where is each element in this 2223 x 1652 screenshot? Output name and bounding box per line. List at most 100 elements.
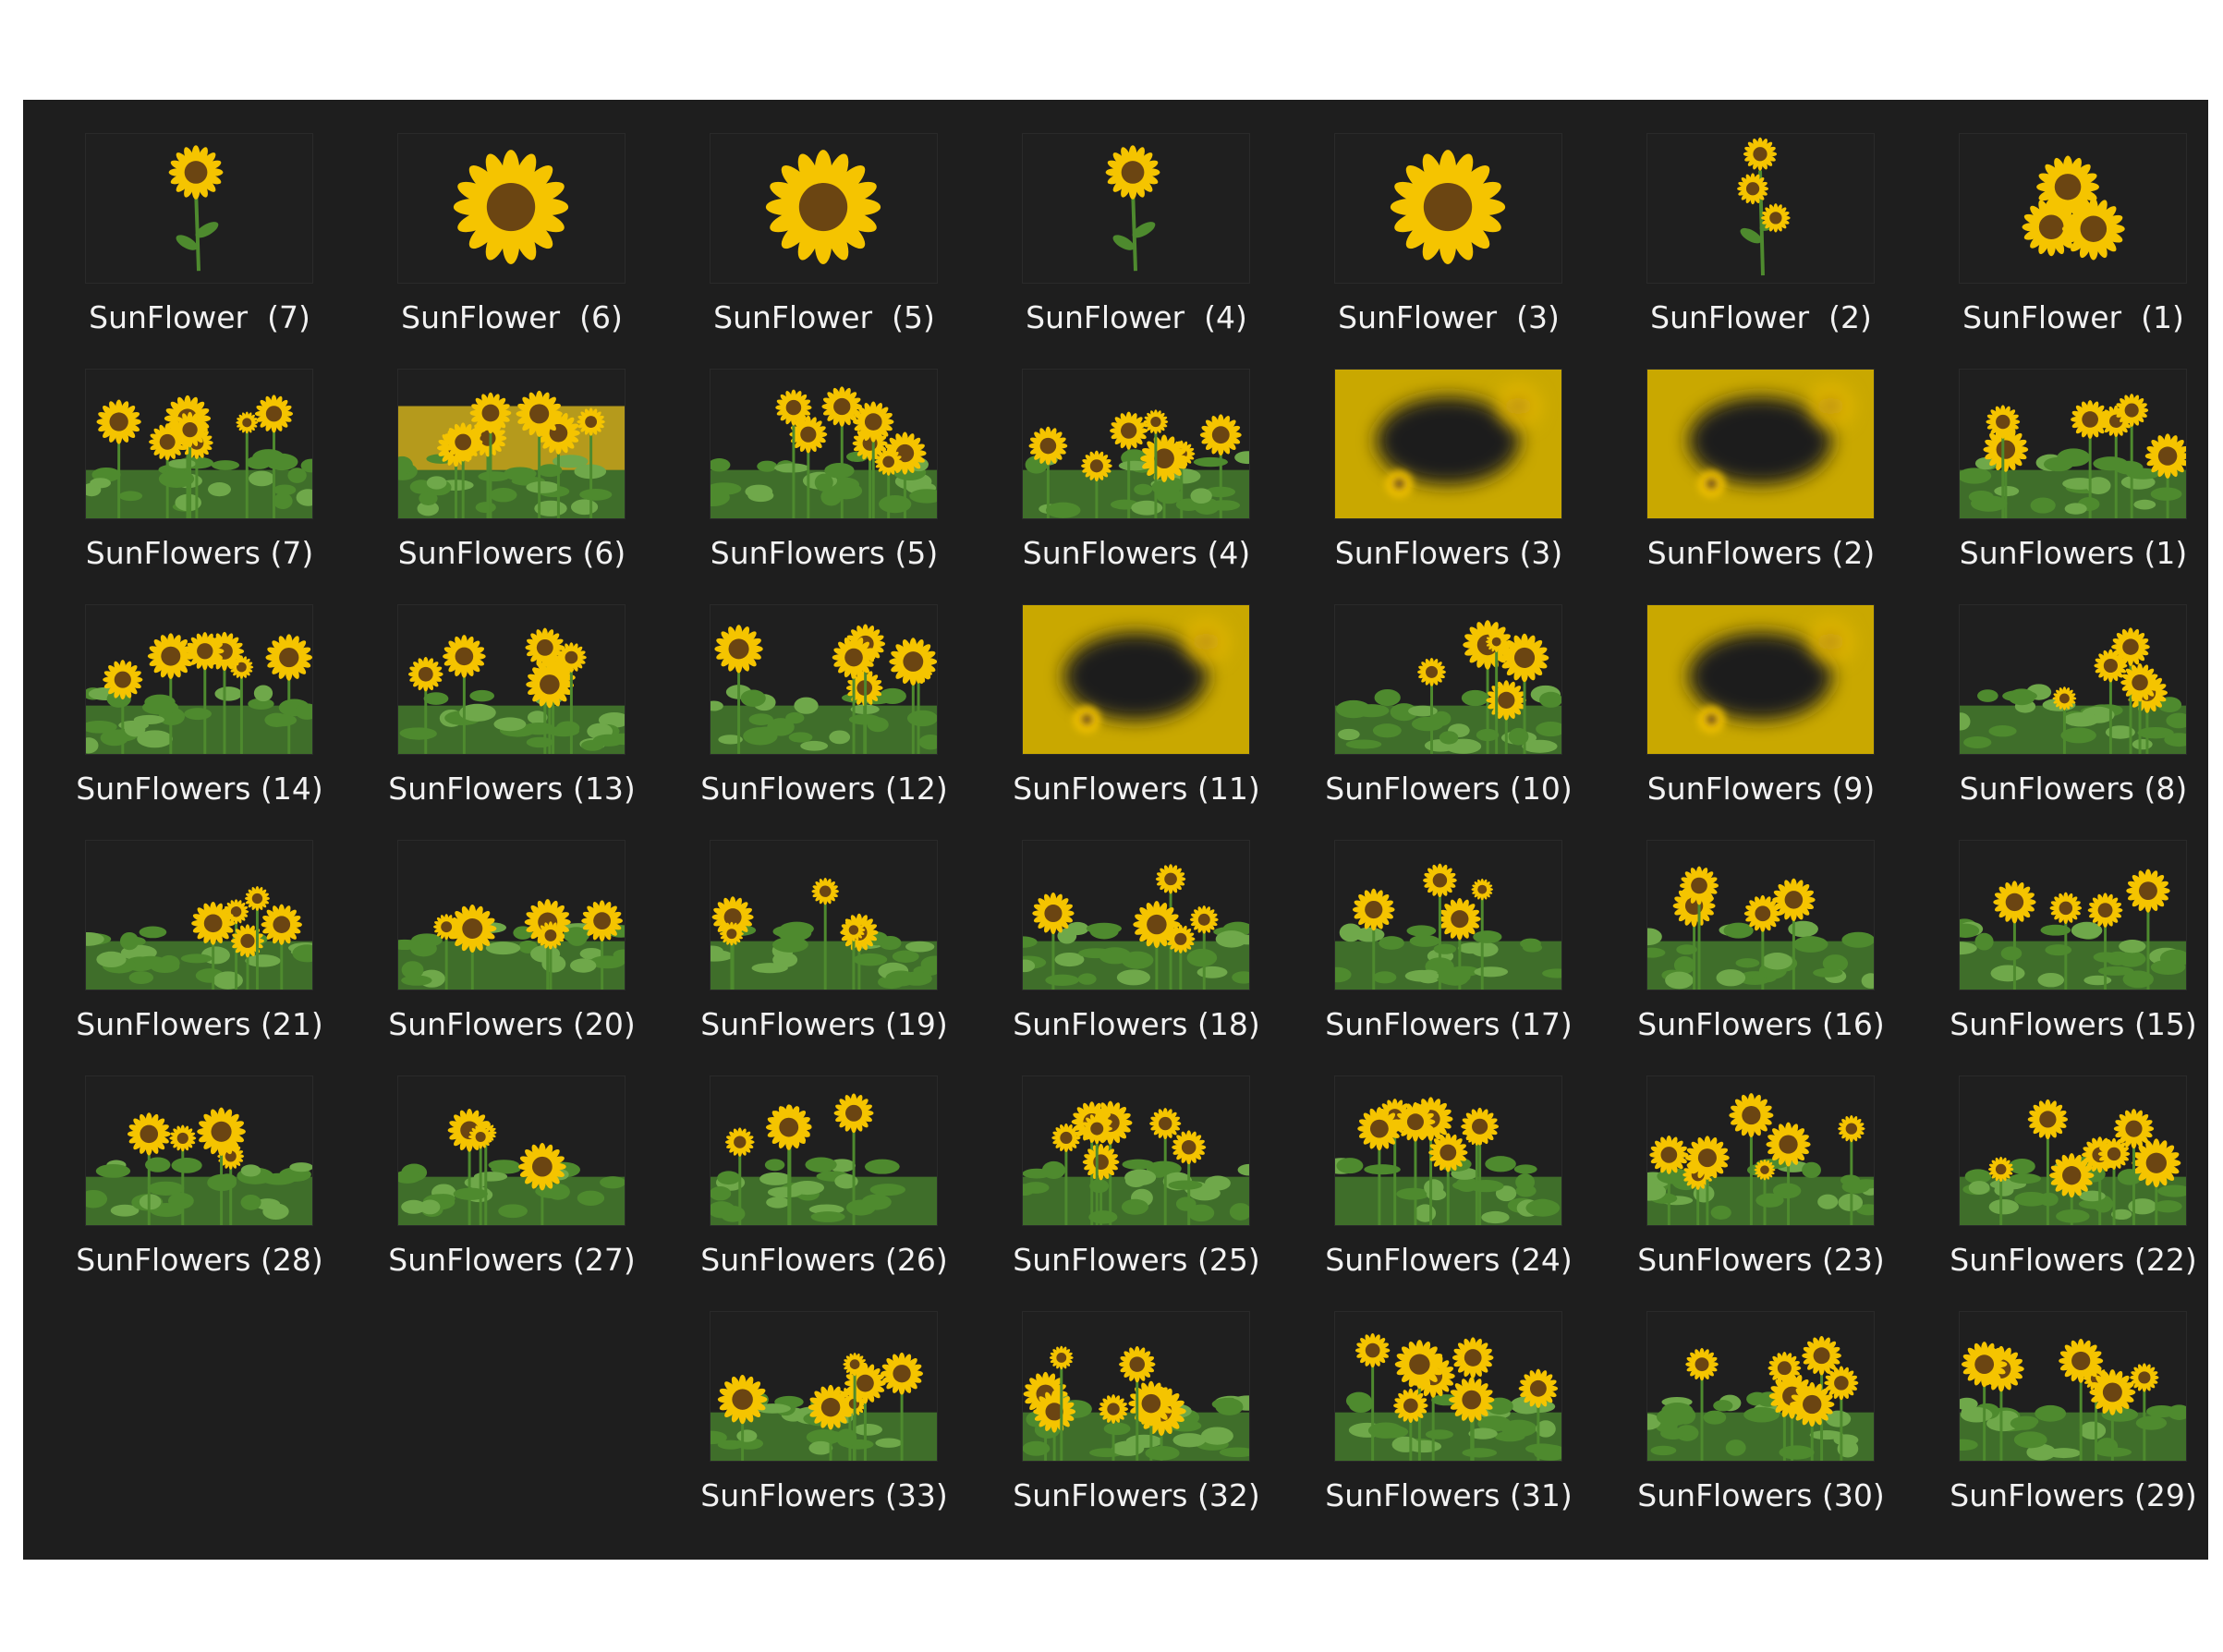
file-thumbnail-item[interactable]: SunFlower (2) <box>1623 133 1936 369</box>
sunflower-field-icon <box>85 604 313 755</box>
thumbnail-row: SunFlowers (14) SunFlowers (13) SunFlowe… <box>62 604 2187 840</box>
sunflower-field-icon <box>1022 1311 1250 1462</box>
file-thumbnail-item[interactable]: SunFlowers (24) <box>1311 1075 1623 1311</box>
file-name-label: SunFlower (3) <box>1338 299 1560 335</box>
sunflower-field-icon <box>1334 1311 1562 1462</box>
file-thumbnail-item[interactable]: SunFlowers (3) <box>1311 369 1623 604</box>
file-name-label: SunFlowers (23) <box>1637 1242 1885 1278</box>
file-thumbnail-item[interactable]: SunFlower (5) <box>686 133 999 369</box>
file-name-label: SunFlowers (7) <box>85 535 314 571</box>
single-sunflower-stem-icon <box>85 133 313 284</box>
file-thumbnail-item[interactable]: SunFlowers (6) <box>374 369 686 604</box>
file-name-label: SunFlowers (8) <box>1959 771 2188 807</box>
sunflower-field-icon <box>710 604 938 755</box>
file-thumbnail-item[interactable]: SunFlowers (4) <box>999 369 1311 604</box>
file-thumbnail-item[interactable]: SunFlowers (29) <box>1936 1311 2223 1547</box>
sunflower-field-icon <box>1646 840 1875 990</box>
sunflower-field-icon <box>1334 604 1562 755</box>
sunflower-cluster-icon <box>1959 133 2187 284</box>
file-thumbnail-item[interactable]: SunFlowers (8) <box>1936 604 2223 840</box>
file-name-label: SunFlowers (12) <box>700 771 948 807</box>
file-name-label: SunFlowers (26) <box>700 1242 948 1278</box>
file-thumbnail-item[interactable]: SunFlower (4) <box>999 133 1311 369</box>
thumbnail-row: SunFlower (7) SunFlower (6) SunFlower (5… <box>62 133 2187 369</box>
single-sunflower-stem-icon <box>1022 133 1250 284</box>
sunflower-cluster-stem-icon <box>1646 133 1875 284</box>
file-thumbnail-item[interactable]: SunFlowers (28) <box>62 1075 374 1311</box>
sunflower-field-icon <box>397 840 626 990</box>
file-name-label: SunFlowers (18) <box>1013 1006 1260 1042</box>
sunflower-field-dark-icon <box>710 369 938 519</box>
file-name-label: SunFlowers (22) <box>1950 1242 2197 1278</box>
file-thumbnail-item[interactable]: SunFlowers (7) <box>62 369 374 604</box>
file-thumbnail-item[interactable]: SunFlowers (14) <box>62 604 374 840</box>
file-thumbnail-item[interactable]: SunFlowers (32) <box>999 1311 1311 1547</box>
file-thumbnail-item[interactable]: SunFlowers (23) <box>1623 1075 1936 1311</box>
file-name-label: SunFlowers (9) <box>1646 771 1876 807</box>
file-name-label: SunFlower (4) <box>1026 299 1247 335</box>
file-thumbnail-item[interactable]: SunFlowers (17) <box>1311 840 1623 1075</box>
file-thumbnail-item[interactable]: SunFlowers (9) <box>1623 604 1936 840</box>
sunflower-field-icon <box>1646 1311 1875 1462</box>
file-thumbnail-item[interactable]: SunFlower (7) <box>62 133 374 369</box>
file-thumbnail-item[interactable]: SunFlowers (10) <box>1311 604 1623 840</box>
file-name-label: SunFlowers (28) <box>76 1242 323 1278</box>
sunflower-field-icon <box>1959 840 2187 990</box>
file-thumbnail-item[interactable]: SunFlower (3) <box>1311 133 1623 369</box>
file-thumbnail-item[interactable]: SunFlowers (25) <box>999 1075 1311 1311</box>
sunflower-field-bright-icon <box>397 369 626 519</box>
sunflower-field-icon <box>710 840 938 990</box>
file-thumbnail-item[interactable]: SunFlowers (1) <box>1936 369 2223 604</box>
file-thumbnail-item[interactable]: SunFlower (6) <box>374 133 686 369</box>
sunflower-field-icon <box>85 1075 313 1226</box>
file-thumbnail-item[interactable]: SunFlowers (19) <box>686 840 999 1075</box>
file-name-label: SunFlowers (21) <box>76 1006 323 1042</box>
file-thumbnail-item[interactable]: SunFlowers (13) <box>374 604 686 840</box>
file-thumbnail-item[interactable]: SunFlowers (33) <box>686 1311 999 1547</box>
file-name-label: SunFlower (5) <box>713 299 935 335</box>
blurred-sunflower-frame-icon <box>1334 369 1562 519</box>
file-thumbnail-item[interactable]: SunFlowers (5) <box>686 369 999 604</box>
file-thumbnail-item[interactable]: SunFlowers (15) <box>1936 840 2223 1075</box>
file-name-label: SunFlower (7) <box>89 299 310 335</box>
file-thumbnail-item[interactable]: SunFlowers (21) <box>62 840 374 1075</box>
sunflower-field-icon <box>1959 369 2187 519</box>
file-name-label: SunFlowers (15) <box>1950 1006 2197 1042</box>
file-name-label: SunFlowers (31) <box>1325 1477 1573 1513</box>
file-name-label: SunFlowers (30) <box>1637 1477 1885 1513</box>
file-name-label: SunFlowers (29) <box>1950 1477 2197 1513</box>
sunflower-field-icon <box>1646 1075 1875 1226</box>
file-thumbnail-item[interactable]: SunFlowers (20) <box>374 840 686 1075</box>
sunflower-head-icon <box>1334 133 1562 284</box>
sunflower-field-icon <box>397 1075 626 1226</box>
file-name-label: SunFlowers (17) <box>1325 1006 1573 1042</box>
file-thumbnail-item[interactable]: SunFlowers (18) <box>999 840 1311 1075</box>
file-name-label: SunFlowers (1) <box>1959 535 2188 571</box>
file-thumbnail-item[interactable]: SunFlowers (26) <box>686 1075 999 1311</box>
file-thumbnail-item[interactable]: SunFlowers (30) <box>1623 1311 1936 1547</box>
file-thumbnail-item[interactable]: SunFlowers (16) <box>1623 840 1936 1075</box>
file-name-label: SunFlowers (6) <box>397 535 626 571</box>
file-thumbnail-item[interactable]: SunFlowers (12) <box>686 604 999 840</box>
sunflower-field-icon <box>1022 1075 1250 1226</box>
file-thumbnail-item[interactable]: SunFlowers (22) <box>1936 1075 2223 1311</box>
sunflower-field-icon <box>1959 1075 2187 1226</box>
blurred-sunflower-frame-icon <box>1022 604 1250 755</box>
file-name-label: SunFlowers (24) <box>1325 1242 1573 1278</box>
sunflower-field-icon <box>85 369 313 519</box>
file-name-label: SunFlowers (27) <box>388 1242 636 1278</box>
file-name-label: SunFlowers (10) <box>1325 771 1573 807</box>
file-thumbnail-item[interactable]: SunFlowers (27) <box>374 1075 686 1311</box>
file-thumbnail-item[interactable]: SunFlowers (11) <box>999 604 1311 840</box>
file-name-label: SunFlowers (20) <box>388 1006 636 1042</box>
file-name-label: SunFlower (1) <box>1962 299 2184 335</box>
file-thumbnail-item[interactable]: SunFlowers (2) <box>1623 369 1936 604</box>
file-name-label: SunFlower (6) <box>401 299 623 335</box>
file-name-label: SunFlowers (33) <box>700 1477 948 1513</box>
sunflower-field-icon <box>1022 840 1250 990</box>
file-name-label: SunFlowers (11) <box>1013 771 1260 807</box>
file-thumbnail-item[interactable]: SunFlowers (31) <box>1311 1311 1623 1547</box>
file-name-label: SunFlowers (25) <box>1013 1242 1260 1278</box>
file-name-label: SunFlowers (4) <box>1022 535 1251 571</box>
file-thumbnail-item[interactable]: SunFlower (1) <box>1936 133 2223 369</box>
